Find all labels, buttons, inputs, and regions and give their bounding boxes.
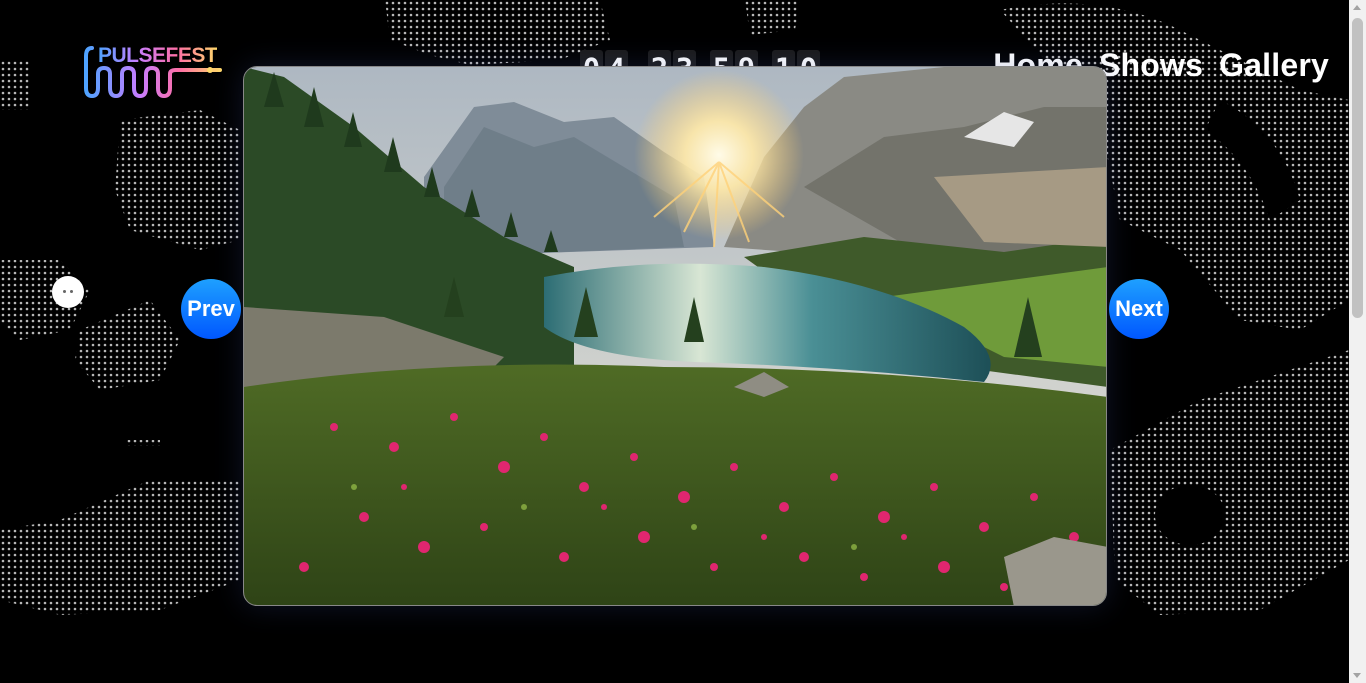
custom-cursor-icon bbox=[52, 276, 84, 308]
scroll-down-arrow-icon[interactable] bbox=[1353, 673, 1361, 678]
scroll-up-arrow-icon[interactable] bbox=[1353, 5, 1361, 10]
scrollbar-thumb[interactable] bbox=[1352, 18, 1363, 318]
pulsefest-logo[interactable]: PULSEFEST bbox=[84, 44, 226, 100]
next-button[interactable]: Next bbox=[1109, 279, 1169, 339]
nav-shows[interactable]: Shows bbox=[1099, 47, 1203, 84]
nav-gallery[interactable]: Gallery bbox=[1219, 47, 1329, 84]
prev-button[interactable]: Prev bbox=[181, 279, 241, 339]
logo-text: PULSEFEST bbox=[98, 44, 218, 67]
gallery-image bbox=[243, 66, 1107, 606]
vertical-scrollbar[interactable] bbox=[1349, 0, 1366, 683]
mountain-lake-photo bbox=[244, 67, 1106, 605]
